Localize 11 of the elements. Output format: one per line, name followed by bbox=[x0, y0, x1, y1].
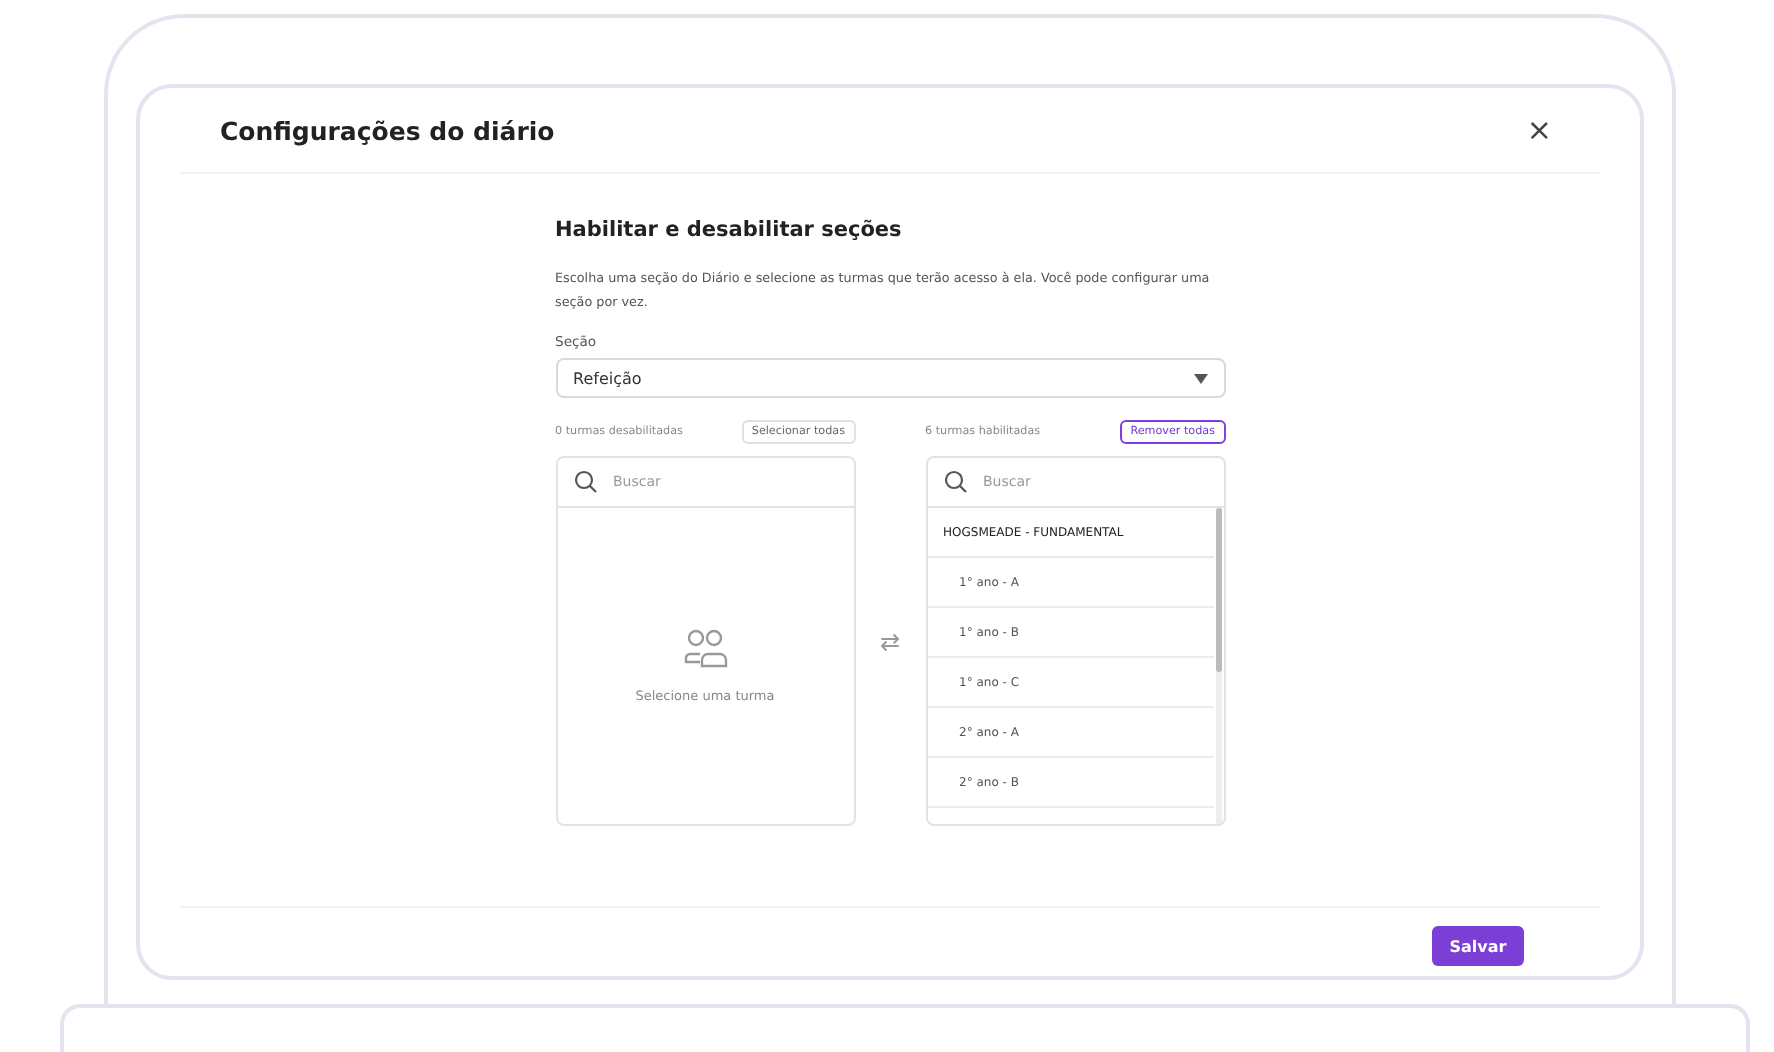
save-button[interactable]: Salvar bbox=[1432, 926, 1524, 966]
close-button[interactable]: × bbox=[1518, 112, 1560, 148]
scrollbar[interactable] bbox=[1215, 508, 1221, 824]
caret-icon bbox=[1193, 373, 1207, 383]
search-icon bbox=[943, 470, 967, 494]
section-dropdown[interactable]: Refeição bbox=[555, 358, 1225, 398]
transfer-icon: ⇄ bbox=[879, 627, 901, 655]
section-heading: Habilitar e desabilitar seções bbox=[555, 218, 904, 242]
dialog-title: Configurações do diário bbox=[220, 115, 555, 145]
search-icon bbox=[573, 470, 597, 494]
people-icon bbox=[683, 628, 727, 668]
